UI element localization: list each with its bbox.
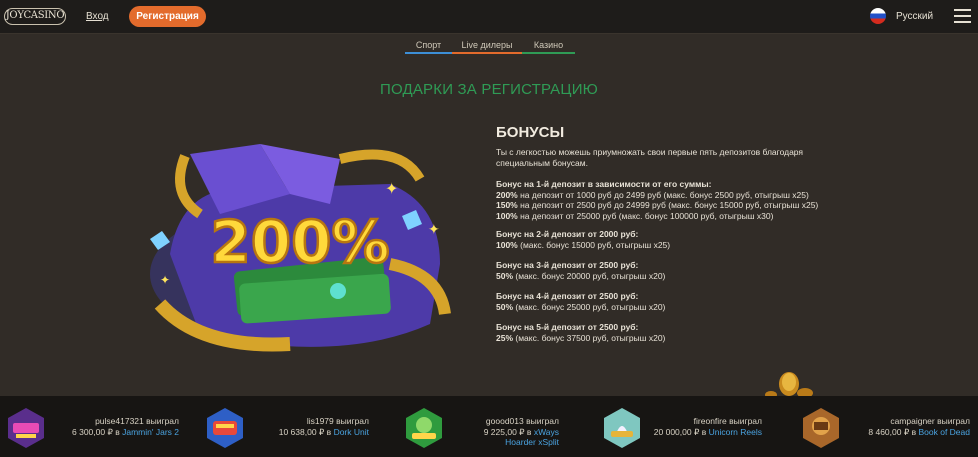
tab-live-dealers-label: Live дилеры: [461, 40, 513, 50]
winner-game-link[interactable]: Dork Unit: [334, 427, 369, 437]
svg-text:✦: ✦: [160, 273, 170, 287]
winner-game-link[interactable]: Book of Dead: [918, 427, 970, 437]
winner-user: fireonfire выиграл: [693, 416, 762, 426]
winner-user: campaigner выиграл: [890, 416, 970, 426]
deposit-2-block: Бонус на 2-й депозит от 2000 руб: 100% (…: [496, 229, 846, 250]
tab-live-dealers-underline: [452, 52, 522, 54]
login-link[interactable]: Вход: [86, 11, 109, 22]
winner-entry: campaigner выиграл 8 460,00 ₽ в Book of …: [852, 416, 970, 437]
joycasino-logo[interactable]: JOYCASINO: [4, 8, 66, 25]
deposit-1-text-c: на депозит от 25000 руб (макс. бонус 100…: [517, 210, 774, 221]
winner-game-link[interactable]: Unicorn Reels: [709, 427, 762, 437]
jammin-jars-icon[interactable]: [5, 407, 47, 449]
deposit-2-heading: Бонус на 2-й депозит от 2000 руб:: [496, 229, 639, 239]
russian-flag-icon[interactable]: [870, 8, 886, 24]
deposit-5-text: (макс. бонус 37500 руб, отыгрыш x20): [513, 332, 666, 343]
bonus-heading: БОНУСЫ: [496, 124, 565, 141]
tab-casino-underline: [522, 52, 575, 54]
winner-entry: fireonfire выиграл 20 000,00 ₽ в Unicorn…: [652, 416, 762, 437]
unicorn-reels-icon[interactable]: [601, 407, 643, 449]
deposit-5-pct: 25%: [496, 332, 514, 343]
gold-coins-decoration: [765, 372, 813, 398]
deposit-2-pct: 100%: [496, 239, 518, 250]
deposit-5-block: Бонус на 5-й депозит от 2500 руб: 25% (м…: [496, 322, 846, 343]
deposit-4-pct: 50%: [496, 301, 514, 312]
tab-sport-label: Спорт: [415, 40, 442, 50]
winner-amount: 9 225,00 ₽ в: [483, 426, 534, 437]
tab-sport[interactable]: Спорт: [405, 40, 452, 56]
deposit-3-text: (макс. бонус 20000 руб, отыгрыш x20): [513, 270, 666, 281]
winner-user: lis1979 выиграл: [306, 416, 369, 426]
language-selector[interactable]: Русский: [896, 11, 933, 22]
winner-amount: 20 000,00 ₽ в: [653, 426, 709, 437]
winner-entry: pulse417321 выиграл 6 300,00 ₽ в Jammin'…: [55, 416, 179, 437]
winner-user: goood013 выиграл: [485, 416, 559, 426]
bonus-intro: Ты с легкостью можешь приумножать свои п…: [496, 147, 804, 168]
deposit-4-heading: Бонус на 4-й депозит от 2500 руб:: [496, 291, 639, 301]
deposit-1-pct-a: 200%: [496, 189, 518, 200]
svg-text:✦: ✦: [385, 179, 398, 198]
register-button[interactable]: Регистрация: [129, 6, 206, 27]
deposit-1-text-a: на депозит от 1000 руб до 2499 руб (макс…: [517, 189, 809, 200]
deposit-2-text: (макс. бонус 15000 руб, отыгрыш x25): [517, 239, 671, 250]
winner-amount: 10 638,00 ₽ в: [278, 426, 334, 437]
top-bar: JOYCASINO Вход Регистрация Русский: [0, 0, 978, 34]
tab-sport-underline: [405, 52, 452, 54]
winner-user: pulse417321 выиграл: [95, 416, 179, 426]
deposit-4-block: Бонус на 4-й депозит от 2500 руб: 50% (м…: [496, 291, 846, 312]
deposit-1-pct-c: 100%: [496, 210, 518, 221]
deposit-1-block: Бонус на 1-й депозит в зависимости от ег…: [496, 179, 856, 221]
deposit-1-text-b: на депозит от 2500 руб до 24999 руб (мак…: [517, 200, 819, 210]
gift-box-200-percent-illustration: 200% ✦ ✦ ✦: [150, 144, 451, 352]
deposit-3-heading: Бонус на 3-й депозит от 2500 руб:: [496, 260, 639, 270]
winner-amount: 8 460,00 ₽ в: [868, 426, 919, 437]
deposit-1-heading: Бонус на 1-й депозит в зависимости от ег…: [496, 179, 712, 189]
deposit-3-pct: 50%: [496, 270, 514, 281]
svg-text:✦: ✦: [428, 222, 440, 238]
deposit-3-block: Бонус на 3-й депозит от 2500 руб: 50% (м…: [496, 260, 846, 281]
recent-winners-bar: pulse417321 выиграл 6 300,00 ₽ в Jammin'…: [0, 396, 978, 457]
tab-casino[interactable]: Казино: [522, 40, 575, 56]
category-nav: Спорт Live дилеры Казино: [0, 36, 978, 56]
tab-live-dealers[interactable]: Live дилеры: [452, 40, 522, 56]
deposit-1-pct-b: 150%: [496, 200, 518, 210]
page-title: ПОДАРКИ ЗА РЕГИСТРАЦИЮ: [379, 81, 599, 98]
winner-entry: lis1979 выиграл 10 638,00 ₽ в Dork Unit: [255, 416, 369, 437]
book-of-dead-icon[interactable]: [800, 407, 842, 449]
winner-entry: goood013 выиграл 9 225,00 ₽ в xWays Hoar…: [455, 416, 559, 448]
xways-hoarder-icon[interactable]: [403, 407, 445, 449]
winner-game-link[interactable]: Jammin' Jars 2: [122, 427, 179, 437]
dork-unit-icon[interactable]: [204, 407, 246, 449]
winner-amount: 6 300,00 ₽ в: [72, 426, 123, 437]
deposit-4-text: (макс. бонус 25000 руб, отыгрыш x20): [513, 301, 666, 312]
tab-casino-label: Казино: [533, 40, 564, 50]
promo-art-text: 200%: [210, 208, 389, 276]
hamburger-menu-icon[interactable]: [954, 9, 971, 23]
deposit-5-heading: Бонус на 5-й депозит от 2500 руб:: [496, 322, 639, 332]
